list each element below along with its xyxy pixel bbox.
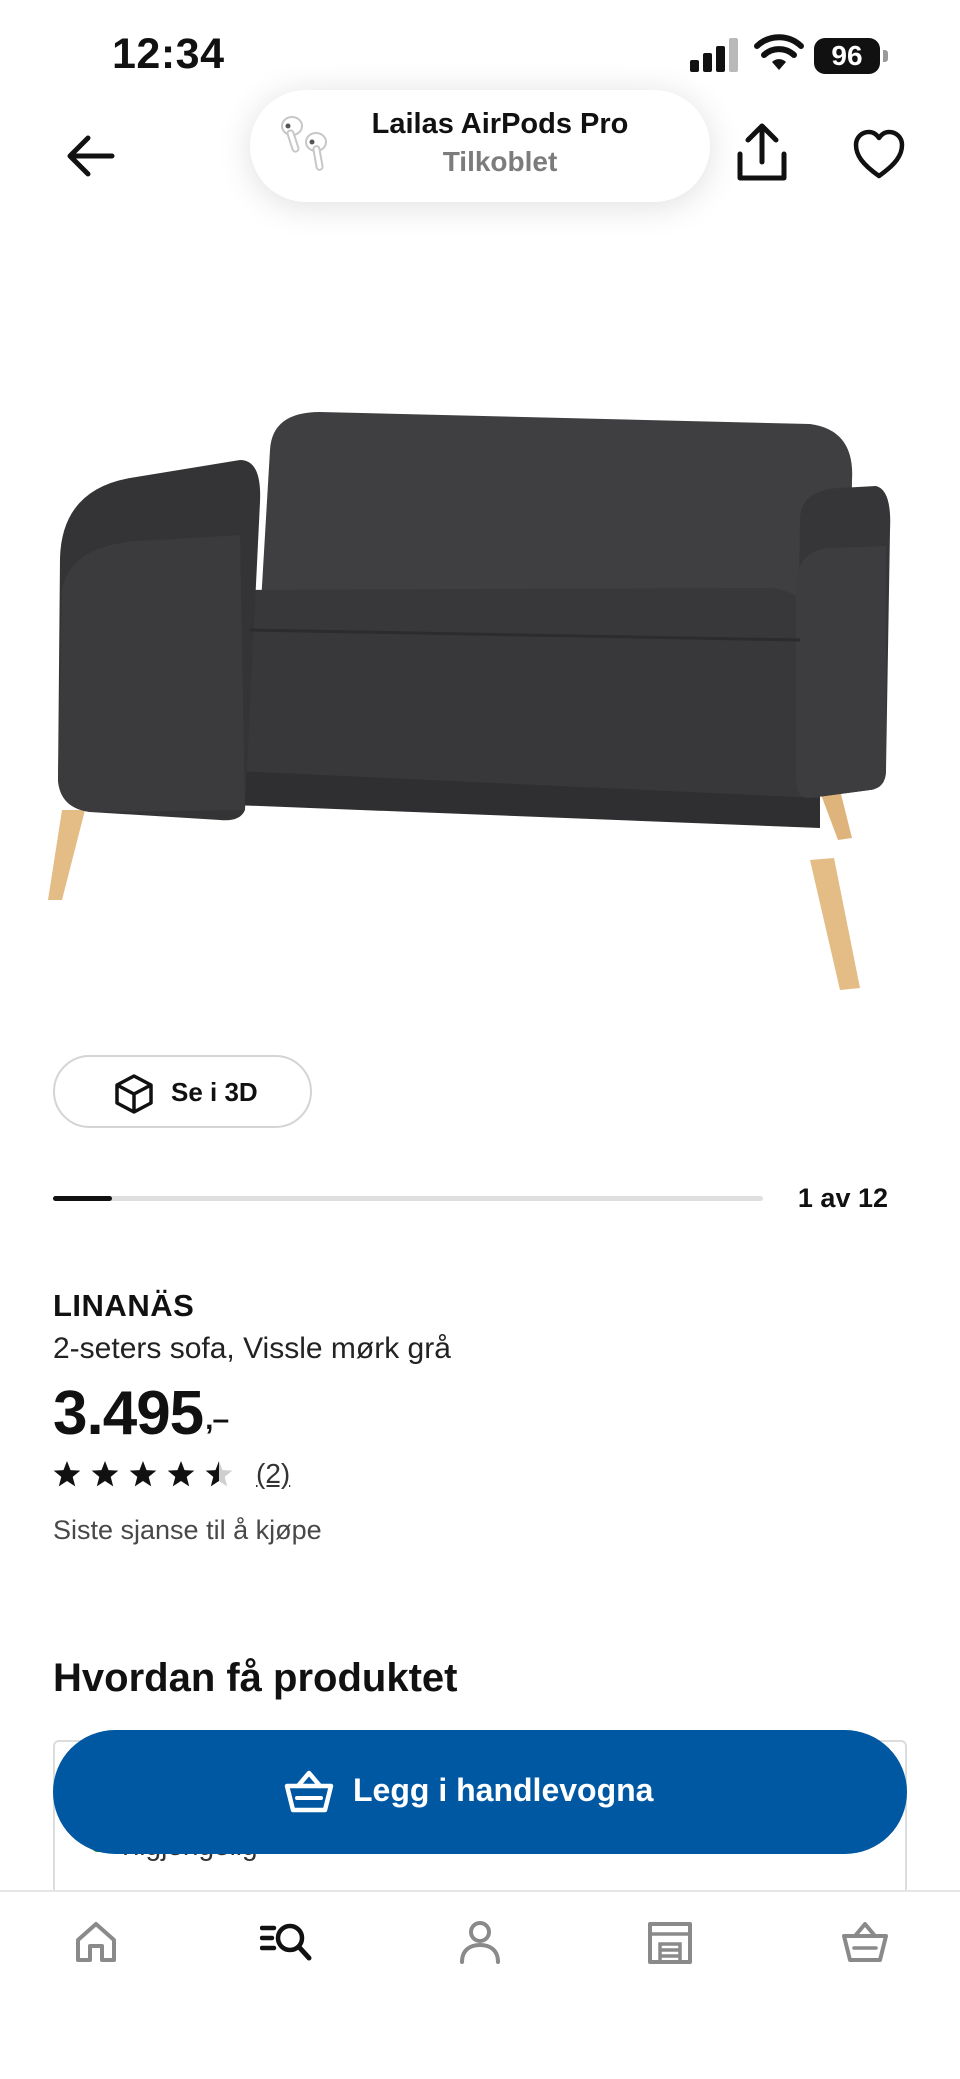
search-icon[interactable]	[260, 1918, 312, 1966]
airpods-device-name: Lailas AirPods Pro	[371, 108, 629, 140]
airpods-icon	[281, 116, 327, 171]
price-value: 3.495	[53, 1379, 204, 1448]
product-image-sofa[interactable]	[40, 390, 920, 1010]
add-to-cart-label: Legg i handlevogna	[353, 1772, 654, 1808]
rating-stars[interactable]	[53, 1459, 243, 1491]
rating-star-icon	[167, 1461, 195, 1487]
airpods-connection-banner[interactable]: Lailas AirPods Pro Tilkoblet	[250, 90, 710, 202]
status-time: 12:34	[112, 30, 225, 78]
rating-star-icon	[129, 1461, 157, 1487]
add-to-cart-button[interactable]: Legg i handlevogna	[53, 1730, 907, 1854]
image-counter: 1 av 12	[797, 1183, 888, 1213]
rating-count-link[interactable]: (2)	[256, 1458, 290, 1490]
profile-icon[interactable]	[456, 1918, 504, 1966]
product-description: 2-seters sofa, Vissle mørk grå	[53, 1332, 451, 1365]
rating-star-icon	[53, 1461, 81, 1487]
basket-icon	[284, 1770, 334, 1813]
battery-level: 96	[831, 40, 863, 71]
product-name: LINANÄS	[53, 1288, 195, 1323]
battery-indicator: 96	[814, 38, 888, 74]
wifi-icon	[754, 34, 804, 70]
view-in-3d-button[interactable]: Se i 3D	[53, 1055, 312, 1128]
bottom-navigation	[0, 1890, 960, 2079]
view-in-3d-label: Se i 3D	[171, 1077, 258, 1107]
product-price: 3.495,–	[53, 1378, 229, 1450]
share-icon[interactable]	[734, 122, 790, 184]
heart-icon[interactable]	[852, 128, 906, 182]
cube-3d-icon	[115, 1074, 153, 1114]
availability-note: Siste sjanse til å kjøpe	[53, 1515, 322, 1545]
airpods-connection-status: Tilkoblet	[442, 146, 558, 177]
back-arrow-icon[interactable]	[62, 128, 118, 184]
section-heading-delivery: Hvordan få produktet	[53, 1656, 458, 1700]
image-carousel-progress	[53, 1196, 763, 1201]
rating-star-icon	[205, 1461, 233, 1487]
rating-star-icon	[91, 1461, 119, 1487]
home-icon[interactable]	[72, 1918, 120, 1966]
cellular-signal-icon	[690, 38, 738, 72]
cart-icon[interactable]	[840, 1918, 890, 1966]
price-suffix: ,–	[205, 1403, 229, 1436]
image-carousel-progress-fill	[53, 1196, 112, 1201]
store-icon[interactable]	[646, 1918, 694, 1966]
